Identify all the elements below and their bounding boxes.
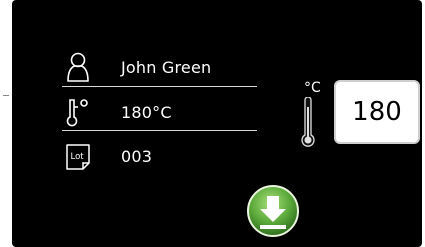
- divider: [62, 86, 257, 87]
- download-button[interactable]: [246, 184, 300, 238]
- side-marker: [3, 95, 9, 96]
- lot-tag-icon: Lot: [66, 144, 90, 170]
- temperature-unit-label: °C: [304, 80, 321, 96]
- lot-tag-label: Lot: [71, 152, 85, 162]
- thermometer-icon: [301, 97, 315, 147]
- user-row: John Green: [62, 49, 257, 85]
- divider: [62, 130, 257, 131]
- user-name-text: John Green: [121, 58, 212, 77]
- user-outline-icon: [67, 52, 89, 82]
- lot-number-text: 003: [121, 147, 153, 166]
- temperature-setpoint-field[interactable]: 180: [334, 80, 420, 144]
- device-screen: John Green 180°C Lot 003 °C 180: [12, 0, 422, 247]
- temperature-text: 180°C: [121, 103, 172, 122]
- temperature-row: 180°C: [62, 94, 257, 130]
- thermometer-degree-icon: [66, 99, 88, 127]
- lot-row: Lot 003: [62, 138, 257, 174]
